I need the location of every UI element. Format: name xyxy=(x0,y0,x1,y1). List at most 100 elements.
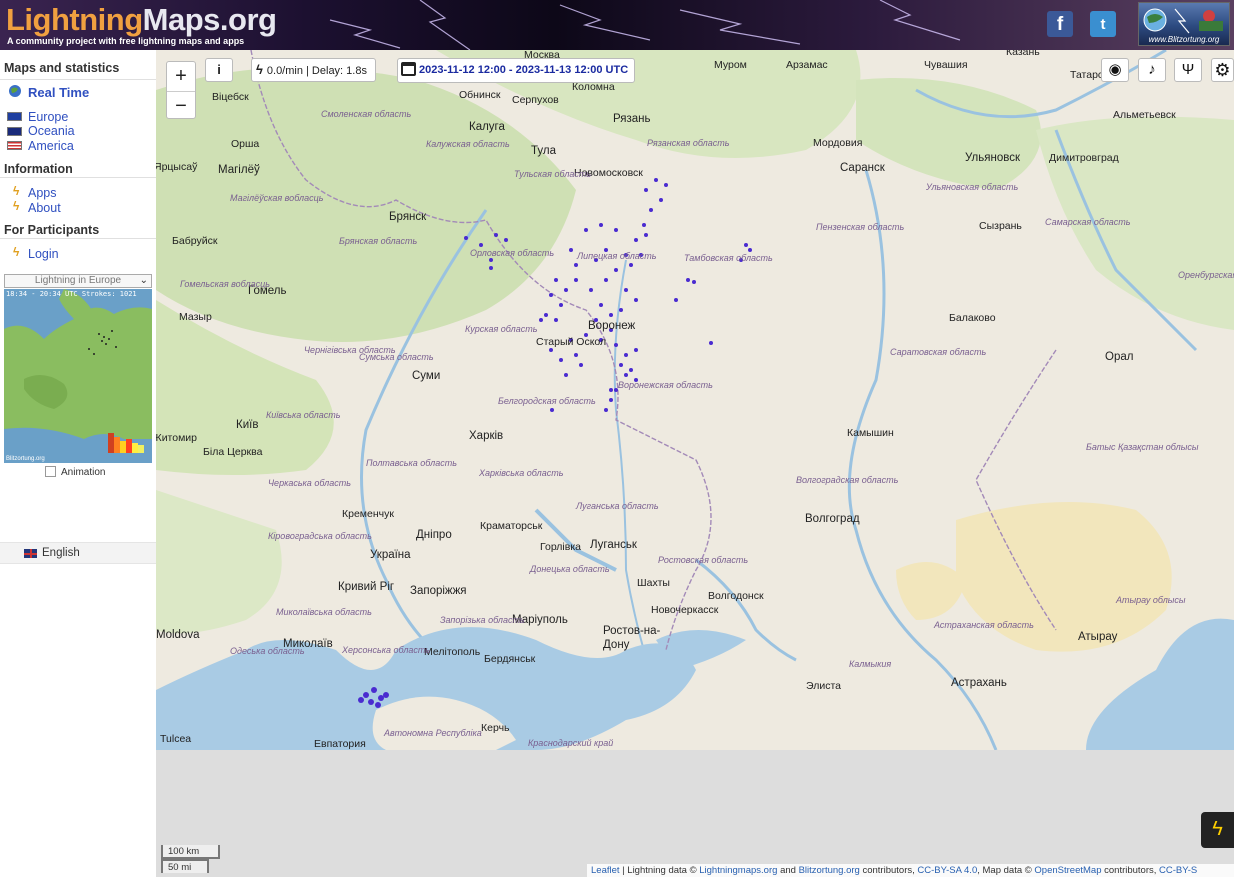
site-logo[interactable]: LightningMaps.org xyxy=(6,2,277,38)
leaflet-link[interactable]: Leaflet xyxy=(591,865,620,876)
map-region: Гомельская вобласць xyxy=(180,279,270,289)
map-city: Луганськ xyxy=(590,539,637,551)
map-city: Київ xyxy=(236,419,259,431)
australia-flag-icon xyxy=(7,127,22,136)
map-city: Волгоград xyxy=(805,513,860,525)
lightningmaps-link[interactable]: Lightningmaps.org xyxy=(699,865,777,876)
lightning-map[interactable]: Москва Муром Арзамас Чувашия Казань Тата… xyxy=(156,50,1234,750)
zoom-in-button[interactable]: + xyxy=(167,62,195,91)
map-city: Керчь xyxy=(481,722,510,734)
region-link-europe[interactable]: Europe xyxy=(28,110,68,124)
map-city: Волгодонск xyxy=(708,590,764,602)
stroke-rate-display[interactable]: ϟ 0.0/min | Delay: 1.8s xyxy=(251,58,376,82)
map-city: Ульяновск xyxy=(965,152,1020,164)
animation-toggle[interactable]: Animation xyxy=(45,466,105,478)
map-region: Луганська область xyxy=(576,501,659,511)
for-participants-heading: For Participants xyxy=(4,223,100,237)
locate-icon[interactable]: ◉ xyxy=(1101,58,1129,82)
map-empty-area xyxy=(156,750,1234,877)
map-region: Оренбургская область xyxy=(1178,270,1234,280)
site-header: LightningMaps.org A community project wi… xyxy=(0,0,1234,50)
mini-map-select[interactable]: Lightning in Europe ⌄ xyxy=(4,274,152,288)
info-icon[interactable]: i xyxy=(205,58,233,82)
map-city: Обнинск xyxy=(459,89,501,101)
sound-icon[interactable]: ♪ xyxy=(1138,58,1166,82)
map-region: Одеська область xyxy=(230,646,305,656)
map-city: Tulcea xyxy=(160,733,192,745)
map-city: Муром xyxy=(714,59,747,71)
eu-flag-icon xyxy=(7,112,22,121)
attribution-text: | Lightning data © xyxy=(622,865,697,876)
cc-by-s-link[interactable]: CC-BY-S xyxy=(1159,865,1197,876)
map-city: Віцебск xyxy=(212,91,249,103)
mini-map-graphic xyxy=(4,289,152,463)
site-tagline: A community project with free lightning … xyxy=(7,36,245,46)
map-city: Бердянськ xyxy=(484,653,536,665)
map-region: Ульяновская область xyxy=(926,182,1019,192)
map-region: Ростовская область xyxy=(658,555,749,565)
map-city: Орал xyxy=(1105,351,1134,363)
date-range-selector[interactable]: 2023-11-12 12:00 - 2023-11-13 12:00 UTC xyxy=(397,58,635,83)
facebook-icon[interactable]: f xyxy=(1047,11,1073,37)
globe-icon xyxy=(9,85,21,97)
mini-map-europe[interactable]: 18:34 - 20:34 UTC Strokes: 1021 Blitzort… xyxy=(4,289,152,463)
map-region: Волгоградская область xyxy=(796,475,899,485)
login-link[interactable]: Login xyxy=(28,247,59,261)
map-region: Атырау облысы xyxy=(1116,595,1186,605)
zoom-out-button[interactable]: − xyxy=(167,91,195,120)
bolt-icon: ϟ xyxy=(13,245,20,259)
map-city: Альметьевск xyxy=(1113,109,1176,121)
map-city: Серпухов xyxy=(512,94,559,106)
map-region: Воронежская область xyxy=(618,380,713,390)
map-city: Шахты xyxy=(637,577,670,589)
radio-signal-icon[interactable]: Ψ xyxy=(1174,58,1202,82)
animation-checkbox[interactable] xyxy=(45,466,56,477)
map-region: Кіровоградська область xyxy=(268,531,372,541)
apps-link[interactable]: Apps xyxy=(28,186,57,200)
map-city: Элиста xyxy=(806,680,841,692)
attribution-text: , Map data © xyxy=(977,865,1032,876)
information-heading: Information xyxy=(4,162,73,176)
map-region: Полтавська область xyxy=(366,458,457,468)
mini-map-footer: Blitzortung.org xyxy=(6,456,45,462)
us-flag-icon xyxy=(7,141,22,150)
bolt-icon: ϟ xyxy=(256,62,263,77)
bolt-icon: ϟ xyxy=(13,184,20,198)
realtime-link[interactable]: Real Time xyxy=(28,85,89,100)
gear-icon[interactable]: ⚙ xyxy=(1211,58,1234,82)
map-region: Саратовская область xyxy=(890,347,987,357)
map-city: Воронеж xyxy=(588,320,636,332)
map-scale: 100 km 50 mi xyxy=(161,845,220,873)
map-city: Краматорськ xyxy=(480,520,543,532)
map-city: Moldova xyxy=(156,629,200,641)
map-region: Смоленская область xyxy=(321,109,412,119)
map-city: Ярцысаў xyxy=(156,161,198,173)
language-selector[interactable]: English xyxy=(0,542,156,564)
divider xyxy=(0,238,156,239)
map-city: Балаково xyxy=(949,312,996,324)
lightning-toggle-icon[interactable]: ϟ xyxy=(1201,812,1234,848)
cc-by-sa-link[interactable]: CC-BY-SA 4.0 xyxy=(917,865,977,876)
region-link-america[interactable]: America xyxy=(28,139,74,153)
map-region: Київська область xyxy=(266,410,341,420)
map-city: Ростов-на-Дону xyxy=(603,625,661,651)
map-city: Мазыр xyxy=(179,311,212,323)
map-city: Кременчук xyxy=(342,508,394,520)
blitzortung-link[interactable]: Blitzortung.org xyxy=(799,865,860,876)
map-region: Самарская область xyxy=(1045,217,1131,227)
blitzortung-logo[interactable]: www.Blitzortung.org xyxy=(1138,2,1230,46)
map-region: Харківська область xyxy=(479,468,564,478)
map-region: Пензенская область xyxy=(816,222,905,232)
attribution-text: and xyxy=(780,865,796,876)
map-region: Орловская область xyxy=(470,248,555,258)
twitter-icon[interactable]: t xyxy=(1090,11,1116,37)
about-link[interactable]: About xyxy=(28,201,61,215)
map-region: Магілёўская вобласць xyxy=(230,193,324,203)
map-city: Дніпро xyxy=(416,529,452,541)
region-link-oceania[interactable]: Oceania xyxy=(28,124,75,138)
map-city: Тула xyxy=(531,145,556,157)
map-region: Черкаська область xyxy=(268,478,351,488)
map-city: Мордовия xyxy=(813,137,863,149)
map-region: Краснодарский край xyxy=(528,738,614,748)
openstreetmap-link[interactable]: OpenStreetMap xyxy=(1034,865,1101,876)
